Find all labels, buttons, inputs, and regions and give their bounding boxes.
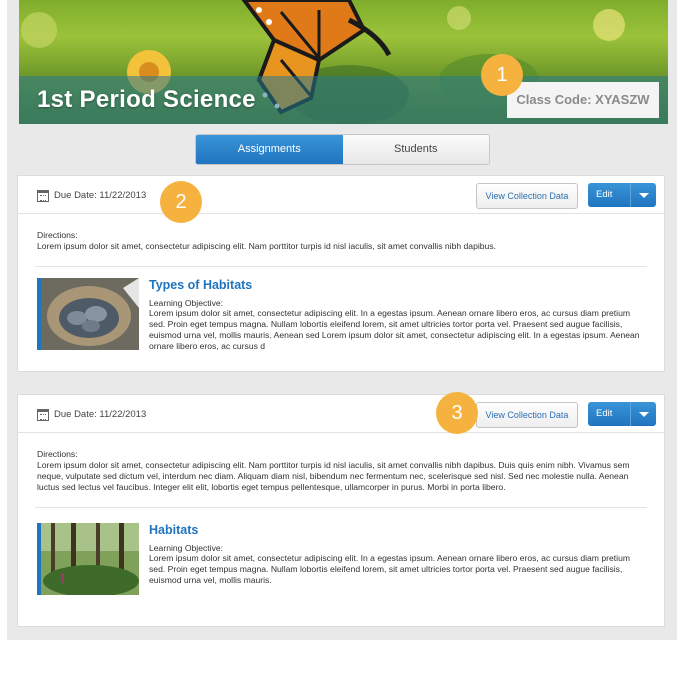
directions: Directions: Lorem ipsum dolor sit amet, … [18, 433, 664, 493]
divider [35, 507, 647, 508]
resource-thumbnail-forest[interactable] [37, 523, 139, 595]
assignment-header: Due Date: 11/22/2013 View Collection Dat… [18, 395, 664, 433]
learning-objective-text: Lorem ipsum dolor sit amet, consectetur … [149, 308, 640, 351]
resource-thumbnail-nest[interactable] [37, 278, 139, 350]
directions: Directions: Lorem ipsum dolor sit amet, … [18, 214, 664, 252]
edit-button-label: Edit [596, 408, 613, 419]
resource-item: Habitats Learning Objective: Lorem ipsum… [18, 523, 664, 595]
assignment-card: Due Date: 11/22/2013 View Collection Dat… [17, 394, 665, 627]
directions-label: Directions: [37, 230, 78, 240]
class-code-label: Class Code: XYASZW [507, 82, 659, 118]
callout-marker-3: 3 [436, 392, 478, 434]
tab-assignments[interactable]: Assignments [196, 135, 343, 164]
learning-objective-label: Learning Objective: [149, 543, 224, 553]
chevron-down-icon[interactable] [630, 183, 656, 207]
calendar-icon [37, 190, 49, 202]
callout-marker-2: 2 [160, 181, 202, 223]
edit-button-label: Edit [596, 189, 613, 200]
chevron-down-icon[interactable] [630, 402, 656, 426]
directions-text: Lorem ipsum dolor sit amet, consectetur … [37, 460, 630, 492]
directions-text: Lorem ipsum dolor sit amet, consectetur … [37, 241, 497, 251]
callout-marker-1: 1 [481, 54, 523, 96]
assignment-card: Due Date: 11/22/2013 View Collection Dat… [17, 175, 665, 372]
learning-objective-text: Lorem ipsum dolor sit amet, consectetur … [149, 553, 631, 585]
resource-title[interactable]: Types of Habitats [149, 278, 664, 292]
resource-title[interactable]: Habitats [149, 523, 664, 537]
divider [35, 266, 647, 267]
tab-students[interactable]: Students [342, 135, 489, 164]
view-tabs: Assignments Students [195, 134, 490, 165]
calendar-icon [37, 409, 49, 421]
class-title: 1st Period Science [37, 86, 256, 113]
view-collection-data-button[interactable]: View Collection Data [476, 402, 578, 428]
due-date: Due Date: 11/22/2013 [54, 409, 147, 420]
edit-button[interactable]: Edit [588, 183, 656, 207]
directions-label: Directions: [37, 449, 78, 459]
edit-button[interactable]: Edit [588, 402, 656, 426]
assignment-header: Due Date: 11/22/2013 View Collection Dat… [18, 176, 664, 214]
resource-item: Types of Habitats Learning Objective: Lo… [18, 278, 664, 352]
view-collection-data-button[interactable]: View Collection Data [476, 183, 578, 209]
due-date: Due Date: 11/22/2013 [54, 190, 147, 201]
learning-objective-label: Learning Objective: [149, 298, 224, 308]
class-banner: 1st Period Science Class Code: XYASZW [19, 0, 668, 124]
